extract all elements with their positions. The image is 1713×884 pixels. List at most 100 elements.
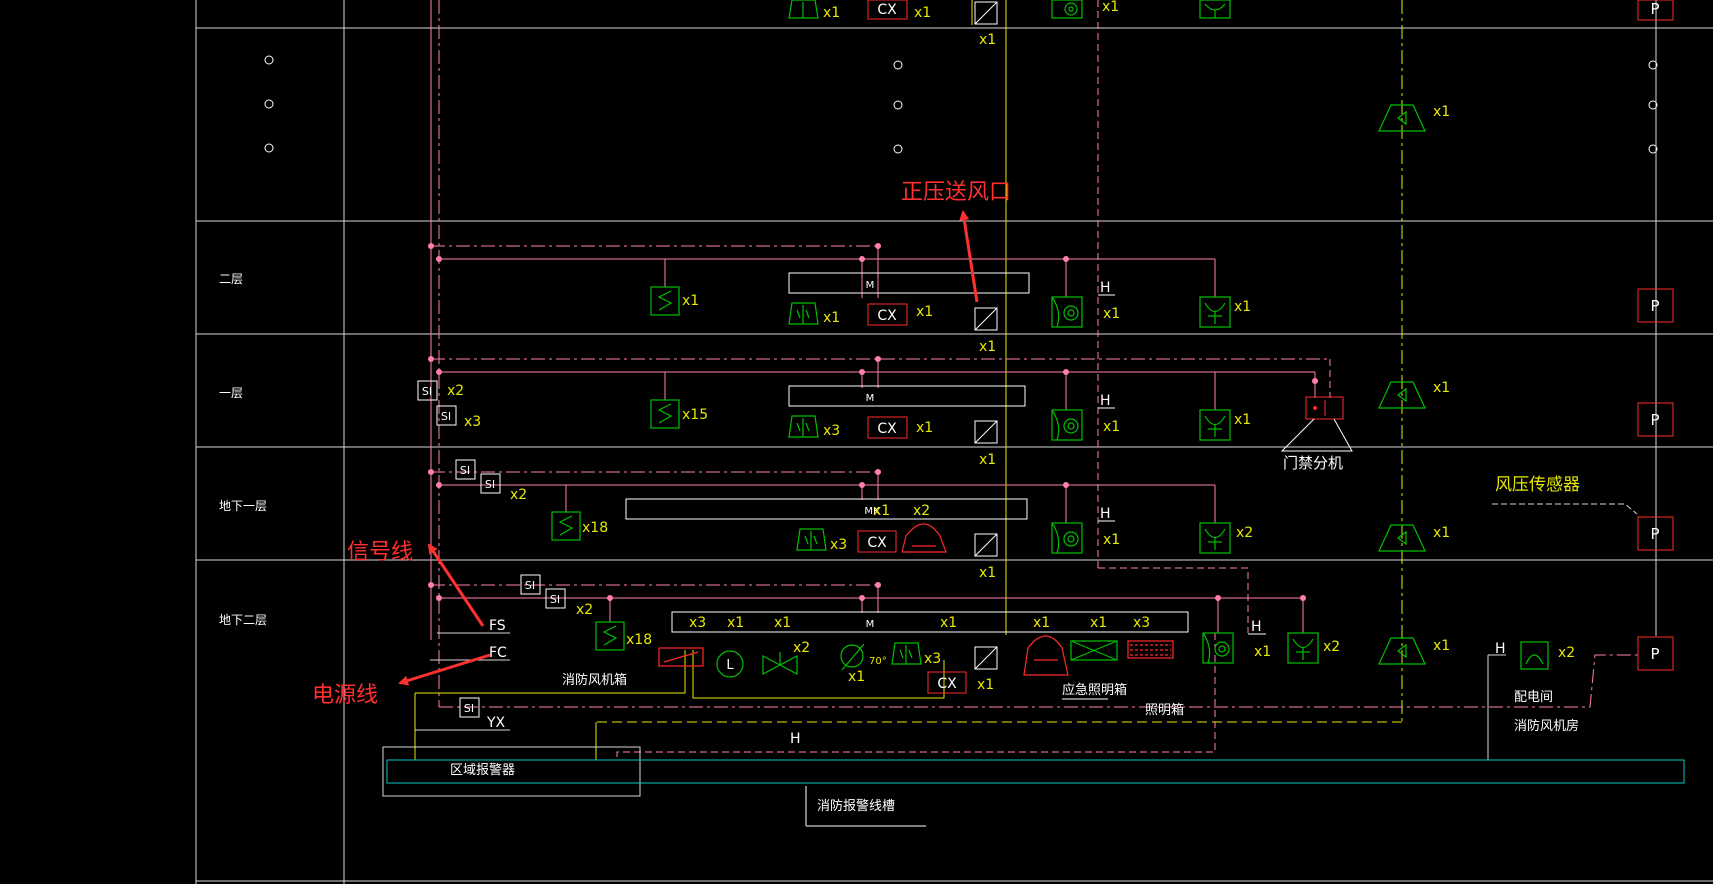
fire-alarm-trunking xyxy=(386,759,1685,784)
qty: x1 xyxy=(1033,615,1050,631)
cx-label: CX xyxy=(867,535,887,551)
qty: x1 xyxy=(914,5,931,21)
qty: x1 xyxy=(823,5,840,21)
ac-unit-icon xyxy=(788,302,819,325)
bus-2f xyxy=(428,243,1216,298)
damper-icon xyxy=(1070,640,1118,661)
ac-unit-icon xyxy=(796,528,827,551)
phone-jack-icon xyxy=(1199,0,1231,19)
qty: x1 xyxy=(1103,306,1120,322)
phone-jack-icon xyxy=(1199,522,1231,554)
sensor-icon xyxy=(650,399,680,429)
ac-unit-icon xyxy=(788,0,819,19)
qty: x1 xyxy=(682,293,699,309)
pressure-vent-icon xyxy=(974,307,998,331)
power-line-arrow xyxy=(398,653,491,686)
cx-boxes xyxy=(857,0,967,694)
h-label: H xyxy=(1100,393,1111,409)
phone-jack-icons xyxy=(1199,0,1319,664)
floor-label-1f: 一层 xyxy=(219,386,243,400)
fire-fan-box-label: 消防风机箱 xyxy=(562,672,627,688)
si-text: SI xyxy=(460,464,470,477)
horn-strobe-icon xyxy=(1520,641,1549,670)
qty: x2 xyxy=(913,503,930,519)
p-label: P xyxy=(1650,525,1659,543)
h-label: H xyxy=(1100,506,1111,522)
qty: x3 xyxy=(1133,615,1150,631)
bus-1f xyxy=(428,356,1331,410)
qty: x1 xyxy=(979,339,996,355)
yx-label: YX xyxy=(486,715,506,731)
sensor-icon xyxy=(595,621,625,651)
module-bar-2f xyxy=(788,272,1030,294)
cad-system-diagram: 二层 一层 地下一层 地下二层 FS FC YX M M MK M SI SI … xyxy=(195,0,1713,884)
temperature-label: 70° xyxy=(869,656,887,667)
qty: x1 xyxy=(1433,525,1450,541)
smoke-detector-icon xyxy=(1202,632,1234,664)
zone-alarm-box xyxy=(382,746,1685,797)
qty: x1 xyxy=(1090,615,1107,631)
drawing-frame xyxy=(195,0,1713,884)
smoke-detector-icon xyxy=(1051,0,1083,19)
floor-label-b1: 地下一层 xyxy=(219,499,267,513)
qty: x1 xyxy=(823,310,840,326)
p-label: P xyxy=(1650,645,1659,663)
qty: x3 xyxy=(823,423,840,439)
access-control-unit: 门禁分机 xyxy=(1280,396,1353,472)
phone-jack-icon xyxy=(1199,296,1231,328)
pressure-vent-icon xyxy=(974,533,998,557)
qty: x1 xyxy=(1234,412,1251,428)
fan-box-icon xyxy=(658,647,704,667)
fire-alarm-trunking-label: 消防报警线槽 xyxy=(817,798,895,814)
qty: x3 xyxy=(464,414,481,430)
wind-pressure-sensor-label: 风压传感器 xyxy=(1495,475,1580,495)
heater-icon xyxy=(1127,640,1174,659)
qty: x3 xyxy=(830,537,847,553)
sensor-icons xyxy=(551,286,680,651)
p-label: P xyxy=(1650,411,1659,429)
m-label-1f: M xyxy=(866,393,875,404)
qty: x15 xyxy=(682,407,708,423)
qty: x3 xyxy=(689,615,706,631)
cx-label: CX xyxy=(877,2,897,18)
h-label: H xyxy=(790,731,801,747)
pressure-vent-arrow xyxy=(959,210,979,303)
floor-label-b2: 地下二层 xyxy=(219,613,267,627)
si-text: SI xyxy=(485,478,495,491)
qty: x1 xyxy=(1103,419,1120,435)
quantity-labels: x1 x1 x1 x1 x1 x1 x1 x1 x1 x1 x1 x2 x3 x… xyxy=(447,0,1575,693)
fs-label: FS xyxy=(489,618,506,634)
qty: x2 xyxy=(510,487,527,503)
qty: x1 xyxy=(848,669,865,685)
qty: x1 xyxy=(873,503,890,519)
bus-b1 xyxy=(428,469,1216,523)
bus-labels: FS FC YX xyxy=(486,618,507,731)
m-label-2f: M xyxy=(866,280,875,291)
power-line-annotation: 电源线 xyxy=(312,683,378,708)
si-boxes xyxy=(417,380,566,718)
h-label: H xyxy=(1495,641,1506,657)
emergency-light-icon xyxy=(1023,635,1069,676)
pressure-vent-icon xyxy=(974,1,998,25)
sensor-icon xyxy=(650,286,680,316)
si-text: SI xyxy=(422,385,432,398)
floor-labels: 二层 一层 地下一层 地下二层 xyxy=(219,272,267,627)
floor-label-2f: 二层 xyxy=(219,272,243,286)
ac-unit-icon xyxy=(891,642,922,665)
lighting-box-label: 照明箱 xyxy=(1145,702,1184,718)
qty: x1 xyxy=(979,32,996,48)
module-bar-b1 xyxy=(625,498,1028,520)
qty: x1 xyxy=(977,677,994,693)
fire-fan-room-label: 消防风机房 xyxy=(1514,718,1579,734)
qty: x1 xyxy=(1234,299,1251,315)
phone-jack-icon xyxy=(1287,632,1319,664)
qty: x1 xyxy=(1433,638,1450,654)
qty: x1 xyxy=(916,420,933,436)
qty: x1 xyxy=(1102,0,1119,15)
level-sensor-label: L xyxy=(726,658,734,673)
smoke-detector-icons xyxy=(1051,0,1234,664)
qty: x2 xyxy=(1323,639,1340,655)
ac-unit-icon xyxy=(788,415,819,438)
alarm-bell-icon xyxy=(901,523,947,553)
module-bars xyxy=(625,272,1189,633)
